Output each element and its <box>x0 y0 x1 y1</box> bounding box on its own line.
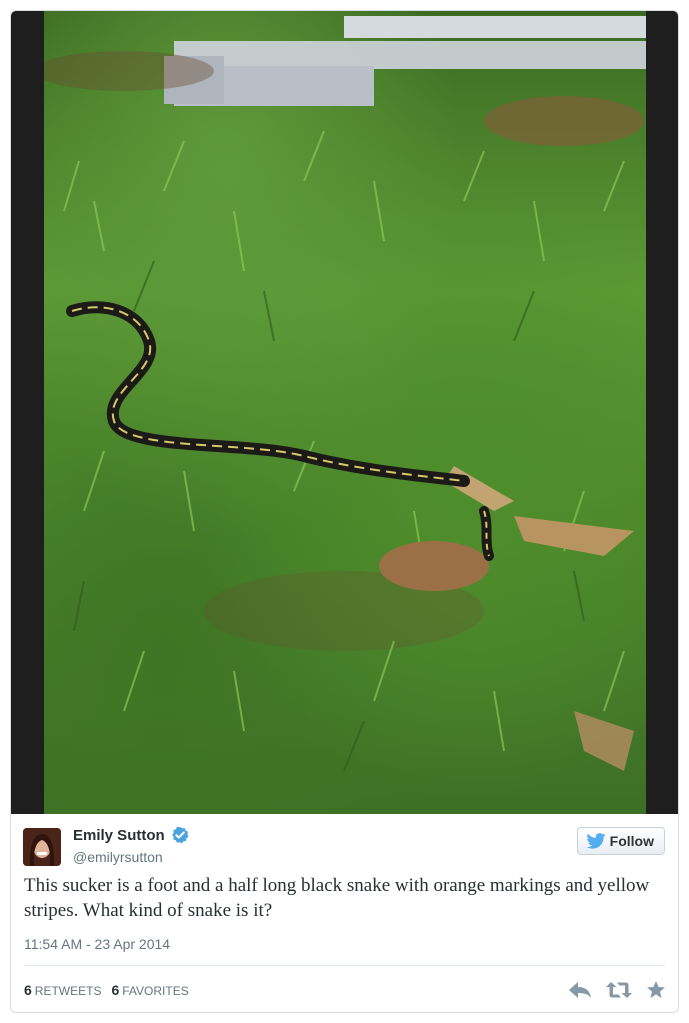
user-handle[interactable]: @emilyrsutton <box>73 849 163 865</box>
tweet-body: Emily Sutton @emilyrsutton Follow This s… <box>11 814 678 1012</box>
twitter-bird-icon <box>586 833 606 849</box>
favorites-label: FAVORITES <box>122 984 189 998</box>
reply-button[interactable] <box>568 980 592 1005</box>
tweet-timestamp[interactable]: 11:54 AM - 23 Apr 2014 <box>24 936 170 952</box>
tweet-stats: 6 RETWEETS 6 FAVORITES <box>24 982 189 998</box>
retweets-label: RETWEETS <box>34 984 102 998</box>
tweet-media[interactable] <box>11 11 678 814</box>
retweets-count: 6 <box>24 982 32 998</box>
retweet-icon <box>606 982 632 998</box>
tweet-actions <box>568 980 666 1005</box>
verified-badge-icon <box>171 826 189 844</box>
retweets-stat[interactable]: 6 RETWEETS <box>24 982 101 998</box>
tweet-card: Emily Sutton @emilyrsutton Follow This s… <box>10 10 679 1013</box>
photo-scene <box>44 16 646 772</box>
avatar-image <box>23 828 61 866</box>
avatar[interactable] <box>23 828 61 866</box>
favorites-count: 6 <box>111 982 120 998</box>
retweet-button[interactable] <box>606 980 632 1005</box>
favorite-button[interactable] <box>646 980 666 1005</box>
tweet-text: This sucker is a foot and a half long bl… <box>24 875 650 921</box>
name-row: Emily Sutton <box>73 826 189 844</box>
divider <box>24 965 665 966</box>
follow-button[interactable]: Follow <box>576 827 665 855</box>
favorites-stat[interactable]: 6 FAVORITES <box>111 982 188 998</box>
snake-photo[interactable] <box>44 11 646 814</box>
reply-icon <box>569 982 591 998</box>
star-icon <box>647 981 665 998</box>
follow-label: Follow <box>609 833 654 849</box>
user-name[interactable]: Emily Sutton <box>73 827 165 844</box>
